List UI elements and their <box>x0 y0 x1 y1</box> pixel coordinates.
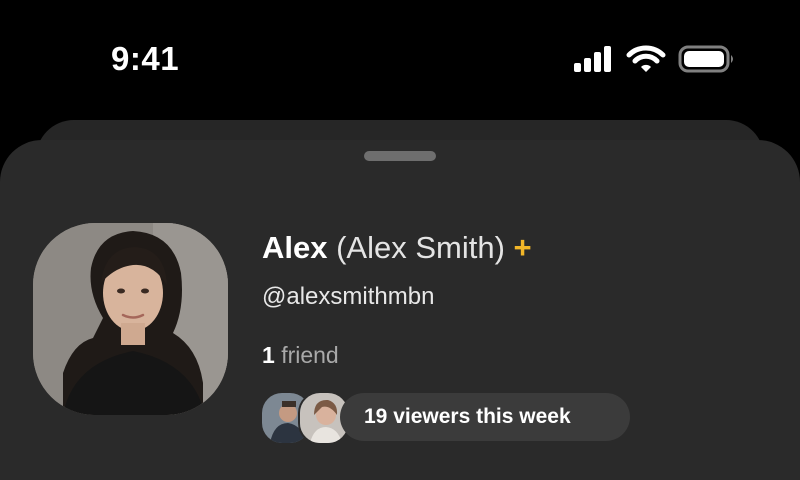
full-name: (Alex Smith) <box>336 230 505 265</box>
username: @alexsmithmbn <box>262 283 435 310</box>
plus-badge-icon[interactable]: + <box>514 230 532 265</box>
sheet-grabber-handle[interactable] <box>364 151 436 161</box>
display-name: Alex <box>262 230 328 265</box>
profile-name-line: Alex (Alex Smith) + <box>262 228 532 268</box>
friends-count-link[interactable]: 1 friend <box>262 339 339 371</box>
friends-label: friend <box>281 342 339 368</box>
profile-photo <box>33 223 228 415</box>
status-time: 9:41 <box>111 40 180 77</box>
viewers-this-week-button[interactable]: 19 viewers this week <box>340 393 630 441</box>
status-bar: 9:41 <box>0 0 800 110</box>
profile-avatar[interactable] <box>33 223 228 415</box>
friends-count: 1 <box>262 342 275 368</box>
wifi-icon <box>626 45 666 72</box>
cellular-signal-icon <box>574 46 611 72</box>
battery-icon <box>678 45 733 73</box>
viewers-this-week-text: 19 viewers this week <box>364 405 571 428</box>
